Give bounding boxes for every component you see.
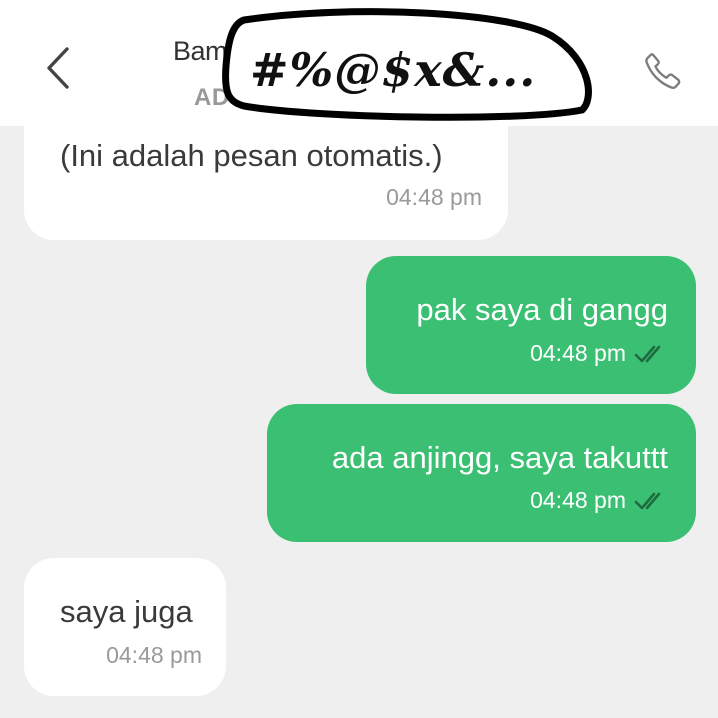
message-time: 04:48 pm — [106, 642, 202, 668]
double-check-icon — [634, 492, 661, 510]
double-check-icon — [634, 345, 661, 363]
chat-header: Bam AD #%@$x&... — [0, 0, 718, 126]
message-text: saya juga — [60, 594, 193, 629]
chevron-left-icon — [47, 47, 69, 89]
back-button[interactable] — [36, 44, 80, 92]
outgoing-message[interactable]: pak saya di gangg 04:48 pm — [366, 256, 696, 394]
message-text: ada anjingg, saya takuttt — [331, 440, 668, 475]
phone-icon — [645, 53, 681, 89]
message-text: (Ini adalah pesan otomatis.) — [60, 138, 443, 173]
message-time: 04:48 pm — [530, 487, 626, 513]
incoming-message[interactable]: saya juga 04:48 pm — [24, 558, 226, 696]
outgoing-message[interactable]: ada anjingg, saya takuttt 04:48 pm — [267, 404, 696, 542]
censor-text: #%@$x&... — [250, 43, 536, 97]
contact-name[interactable]: Bam — [173, 36, 228, 67]
message-text: pak saya di gangg — [416, 292, 668, 327]
message-time: 04:48 pm — [530, 340, 626, 366]
censored-name-overlay: #%@$x&... — [222, 6, 598, 124]
call-button[interactable] — [636, 46, 690, 96]
message-time: 04:48 pm — [386, 184, 482, 210]
